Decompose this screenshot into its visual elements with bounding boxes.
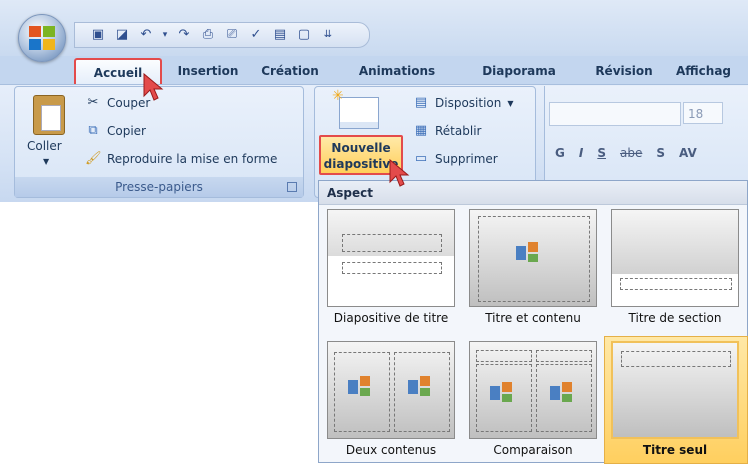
office-logo-icon xyxy=(29,26,55,50)
title-placeholder xyxy=(621,351,731,367)
title-bar: ▣ ◪ ↶ ▾ ↷ ⎙ ⎚ ✓ ▤ ▢ ⇊ xyxy=(0,0,748,56)
gallery-header: Aspect xyxy=(319,181,747,205)
spelling-icon[interactable]: ✓ xyxy=(247,27,265,43)
reset-icon: ▦ xyxy=(414,123,428,138)
print-icon[interactable]: ⎚ xyxy=(223,27,241,43)
quick-access-toolbar: ▣ ◪ ↶ ▾ ↷ ⎙ ⎚ ✓ ▤ ▢ ⇊ xyxy=(74,22,370,48)
undo-icon[interactable]: ↶ xyxy=(137,27,155,43)
layout-label[interactable]: Comparaison xyxy=(463,443,603,457)
content-icons-icon xyxy=(550,382,578,404)
scissors-icon: ✂ xyxy=(87,95,99,110)
section-title-placeholder xyxy=(620,278,732,290)
layout-thumb-section-title[interactable] xyxy=(611,209,739,307)
copy-button[interactable]: ⧉ Copier xyxy=(85,123,146,139)
content-icons-icon xyxy=(516,242,544,264)
tab-affichage[interactable]: Affichag xyxy=(676,58,748,84)
delete-label: Supprimer xyxy=(435,152,498,166)
content-icons-icon xyxy=(348,376,376,398)
open-icon[interactable]: ◪ xyxy=(113,27,131,43)
font-size-input[interactable]: 18 xyxy=(683,102,723,124)
reset-label: Rétablir xyxy=(435,124,482,138)
right-heading-placeholder xyxy=(536,350,592,362)
layout-label-selected[interactable]: Titre seul xyxy=(605,443,745,457)
office-button[interactable] xyxy=(18,14,66,62)
layout-label[interactable]: Titre et contenu xyxy=(463,311,603,325)
underline-button[interactable]: S xyxy=(597,146,606,160)
tab-animations[interactable]: Animations xyxy=(352,58,442,84)
paste-dropdown-icon[interactable]: ▼ xyxy=(43,157,49,166)
char-spacing-button[interactable]: AV xyxy=(679,146,697,160)
redo-icon[interactable]: ↷ xyxy=(175,27,193,43)
paste-button-label[interactable]: Coller xyxy=(27,139,62,153)
layout-label[interactable]: Diapositive de titre xyxy=(321,311,461,325)
layout-thumb-title-content[interactable] xyxy=(469,209,597,307)
bold-button[interactable]: G xyxy=(555,146,565,160)
font-name-input[interactable] xyxy=(549,102,681,126)
save-icon[interactable]: ▣ xyxy=(89,27,107,43)
content-icons-icon xyxy=(490,382,518,404)
new-slide-label-line1: Nouvelle xyxy=(331,141,391,155)
delete-button[interactable]: ▭ Supprimer xyxy=(413,151,498,167)
new-document-icon[interactable]: ▢ xyxy=(295,27,313,43)
new-slide-icon[interactable] xyxy=(332,88,379,129)
layout-thumb-comparison[interactable] xyxy=(469,341,597,439)
layout-label[interactable]: Titre de section xyxy=(605,311,745,325)
strikethrough-button[interactable]: abe xyxy=(620,146,642,160)
cut-button[interactable]: ✂ Couper xyxy=(85,95,151,111)
tab-creation[interactable]: Création xyxy=(250,58,330,84)
format-painter-label: Reproduire la mise en forme xyxy=(107,152,278,166)
italic-button[interactable]: I xyxy=(579,146,583,160)
clipboard-group: Coller ▼ ✂ Couper ⧉ Copier 🖌 Reproduire … xyxy=(14,86,304,198)
chevron-down-icon: ▼ xyxy=(507,98,514,108)
reset-button[interactable]: ▦ Rétablir xyxy=(413,123,482,139)
layout-label: Disposition xyxy=(435,96,502,110)
tab-diaporama[interactable]: Diaporama xyxy=(474,58,564,84)
layout-icon: ▤ xyxy=(414,95,428,110)
copy-label: Copier xyxy=(107,124,146,138)
tab-revision[interactable]: Révision xyxy=(584,58,664,84)
delete-slide-icon: ▭ xyxy=(414,151,428,166)
dialog-launcher-icon[interactable] xyxy=(287,182,297,192)
shadow-button[interactable]: S xyxy=(656,146,665,160)
copy-icon: ⧉ xyxy=(88,123,98,138)
tab-insertion[interactable]: Insertion xyxy=(168,58,248,84)
font-format-buttons: G I S abe S AV xyxy=(555,146,697,160)
clipboard-group-label: Presse-papiers xyxy=(15,177,303,197)
title-placeholder xyxy=(342,234,442,252)
paintbrush-icon: 🖌 xyxy=(85,151,102,166)
layout-label[interactable]: Deux contenus xyxy=(321,443,461,457)
layout-button[interactable]: ▤ Disposition ▼ xyxy=(413,95,514,111)
layout-gallery: Aspect Diapositive de titre Titre et con… xyxy=(318,180,748,464)
customize-qat-icon[interactable]: ⇊ xyxy=(319,27,337,43)
format-painter-button[interactable]: 🖌 Reproduire la mise en forme xyxy=(85,151,277,167)
print-preview-icon[interactable]: ⎙ xyxy=(199,27,217,43)
subtitle-placeholder xyxy=(342,262,442,274)
layout-thumb-title-slide[interactable] xyxy=(327,209,455,307)
left-heading-placeholder xyxy=(476,350,532,362)
layout-thumb-two-content[interactable] xyxy=(327,341,455,439)
open-folder-icon[interactable]: ▤ xyxy=(271,27,289,43)
document-area xyxy=(0,202,318,463)
content-icons-icon xyxy=(408,376,436,398)
paste-icon[interactable] xyxy=(33,95,65,135)
layout-thumb-title-only[interactable] xyxy=(611,341,739,439)
dropdown-icon[interactable]: ▾ xyxy=(161,27,169,43)
